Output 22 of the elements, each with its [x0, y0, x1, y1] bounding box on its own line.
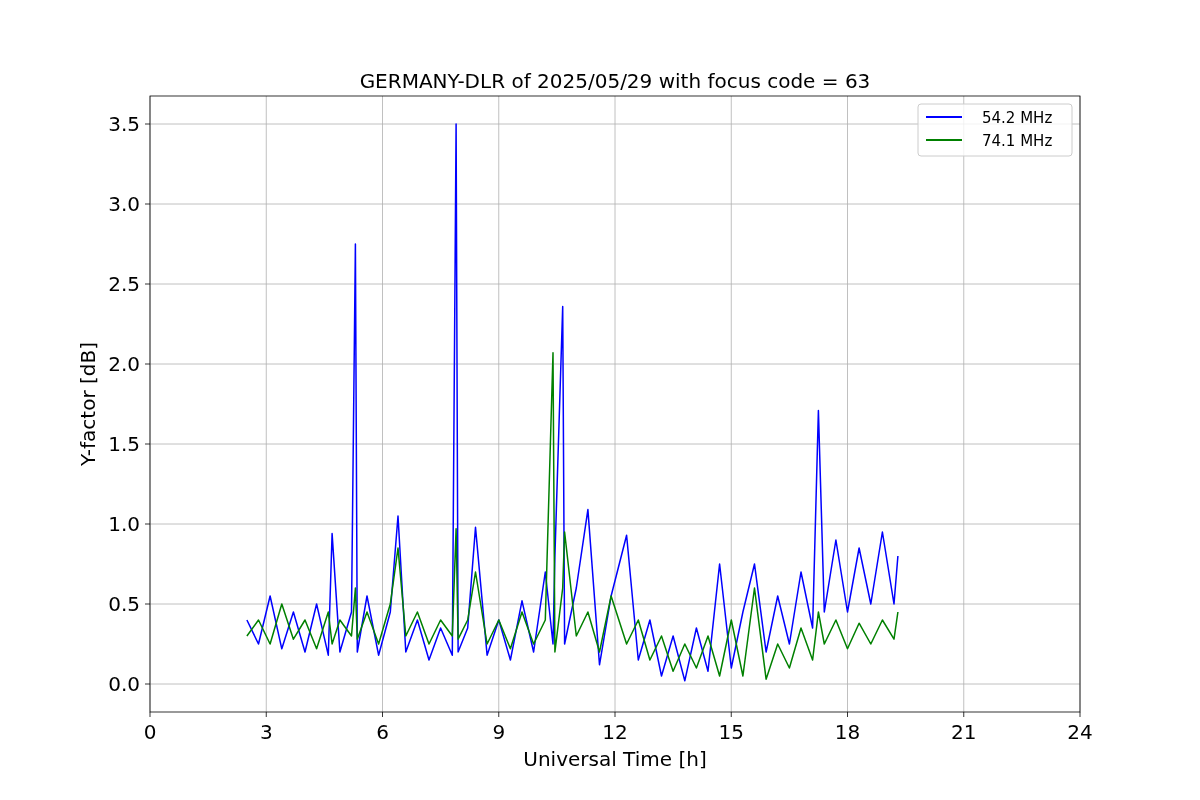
- x-axis-label: Universal Time [h]: [523, 747, 707, 771]
- x-tick-label: 21: [951, 720, 977, 744]
- y-tick-label: 2.0: [108, 352, 140, 376]
- x-tick-label: 15: [718, 720, 744, 744]
- legend-label: 74.1 MHz: [982, 132, 1053, 150]
- y-tick-label: 2.5: [108, 272, 140, 296]
- x-tick-label: 12: [602, 720, 628, 744]
- chart-title: GERMANY-DLR of 2025/05/29 with focus code = 63: [359, 69, 871, 93]
- y-tick-label: 3.5: [108, 112, 140, 136]
- x-tick-label: 3: [259, 720, 273, 744]
- y-tick-label: 0.0: [108, 672, 140, 696]
- y-tick-label: 3.0: [108, 192, 140, 216]
- x-tick-label: 24: [1067, 720, 1093, 744]
- legend-label: 54.2 MHz: [982, 109, 1053, 127]
- y-axis-label: Y-factor [dB]: [76, 342, 100, 466]
- x-tick-label: 18: [834, 720, 861, 744]
- y-tick-label: 1.5: [108, 432, 140, 456]
- y-tick-label: 0.5: [108, 592, 140, 616]
- y-tick-label: 1.0: [108, 512, 140, 536]
- x-tick-label: 0: [143, 720, 157, 744]
- x-tick-label: 6: [376, 720, 389, 744]
- x-tick-label: 9: [492, 720, 506, 744]
